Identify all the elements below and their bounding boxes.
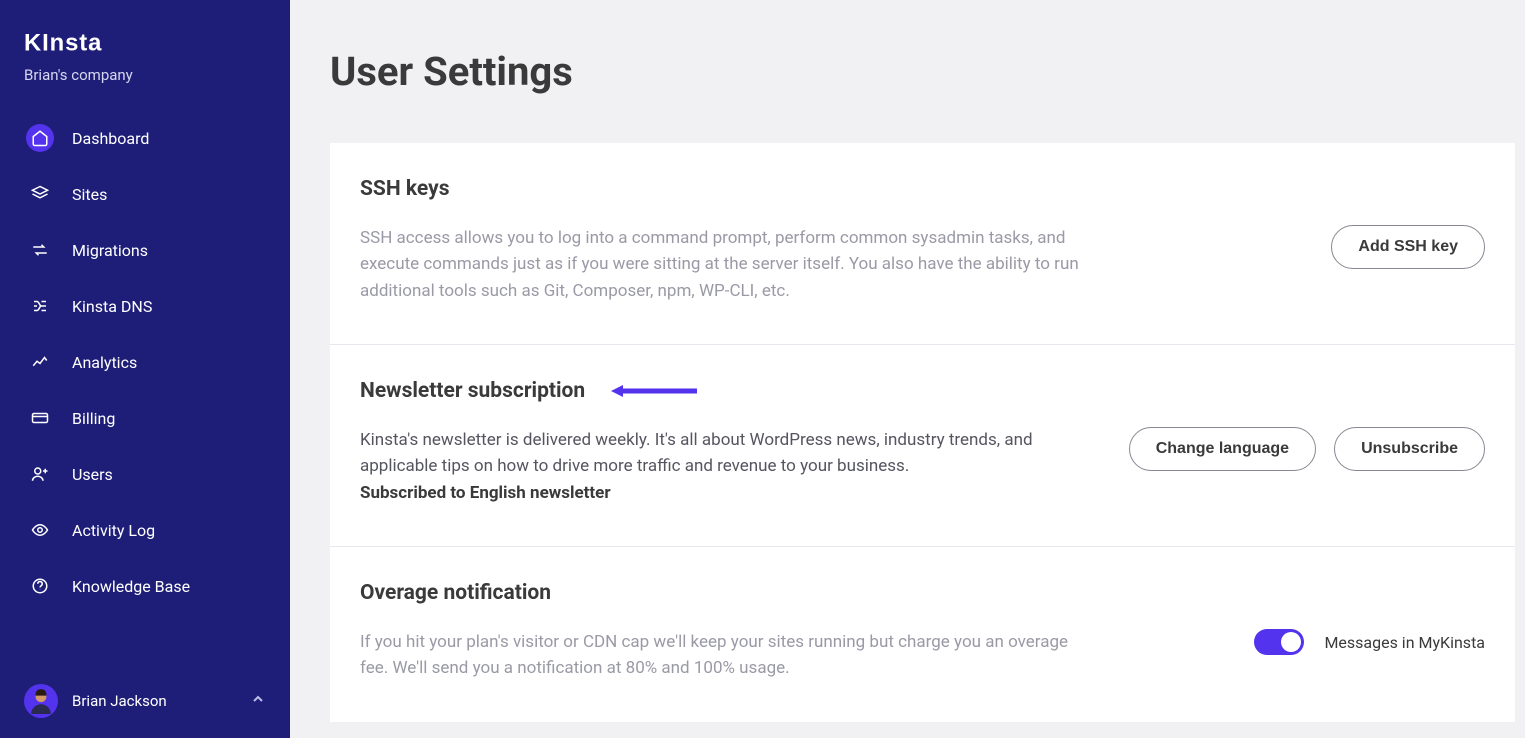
brand-logo: KInsta xyxy=(0,24,290,66)
card-heading-text: SSH keys xyxy=(360,177,450,201)
home-icon xyxy=(26,124,54,152)
sidebar-item-analytics[interactable]: Analytics xyxy=(12,336,278,388)
newsletter-title: Newsletter subscription xyxy=(360,379,1485,403)
sidebar-item-label: Knowledge Base xyxy=(72,577,190,596)
sidebar-item-label: Kinsta DNS xyxy=(72,297,152,316)
sidebar-item-billing[interactable]: Billing xyxy=(12,392,278,444)
newsletter-card: Newsletter subscription Kinsta's newslet… xyxy=(330,345,1515,547)
layers-icon xyxy=(26,180,54,208)
help-icon xyxy=(26,572,54,600)
sidebar-item-label: Billing xyxy=(72,409,115,428)
user-menu[interactable]: Brian Jackson xyxy=(0,684,290,718)
avatar xyxy=(24,684,58,718)
company-name: Brian's company xyxy=(0,66,290,112)
sidebar-item-label: Sites xyxy=(72,185,107,204)
ssh-keys-description: SSH access allows you to log into a comm… xyxy=(360,225,1080,304)
sidebar-item-label: Users xyxy=(72,465,113,484)
sidebar-item-activity-log[interactable]: Activity Log xyxy=(12,504,278,556)
sidebar-item-migrations[interactable]: Migrations xyxy=(12,224,278,276)
messages-toggle-label: Messages in MyKinsta xyxy=(1324,633,1485,652)
overage-card: Overage notification If you hit your pla… xyxy=(330,547,1515,722)
sidebar-item-label: Migrations xyxy=(72,241,148,260)
newsletter-desc-text: Kinsta's newsletter is delivered weekly.… xyxy=(360,430,1033,476)
sidebar-item-users[interactable]: Users xyxy=(12,448,278,500)
sidebar-item-knowledge-base[interactable]: Knowledge Base xyxy=(12,560,278,612)
users-icon xyxy=(26,460,54,488)
newsletter-status: Subscribed to English newsletter xyxy=(360,483,611,503)
change-language-button[interactable]: Change language xyxy=(1129,427,1316,471)
annotation-arrow-icon xyxy=(609,383,699,399)
sidebar-nav: Dashboard Sites Migrations Kinsta DNS An… xyxy=(0,112,290,616)
card-heading-text: Overage notification xyxy=(360,581,551,605)
sidebar-item-label: Activity Log xyxy=(72,521,155,540)
overage-description: If you hit your plan's visitor or CDN ca… xyxy=(360,629,1080,682)
overage-title: Overage notification xyxy=(360,581,1485,605)
sidebar-item-dashboard[interactable]: Dashboard xyxy=(12,112,278,164)
svg-text:KInsta: KInsta xyxy=(24,30,102,56)
ssh-keys-title: SSH keys xyxy=(360,177,1485,201)
newsletter-description: Kinsta's newsletter is delivered weekly.… xyxy=(360,427,1080,506)
billing-icon xyxy=(26,404,54,432)
card-heading-text: Newsletter subscription xyxy=(360,379,585,403)
dns-icon xyxy=(26,292,54,320)
sidebar: KInsta Brian's company Dashboard Sites M… xyxy=(0,0,290,738)
chevron-up-icon xyxy=(250,691,266,711)
eye-icon xyxy=(26,516,54,544)
sidebar-item-kinsta-dns[interactable]: Kinsta DNS xyxy=(12,280,278,332)
unsubscribe-button[interactable]: Unsubscribe xyxy=(1334,427,1485,471)
migrate-icon xyxy=(26,236,54,264)
sidebar-item-label: Dashboard xyxy=(72,129,149,148)
user-name: Brian Jackson xyxy=(72,692,236,710)
ssh-keys-card: SSH keys SSH access allows you to log in… xyxy=(330,143,1515,345)
add-ssh-key-button[interactable]: Add SSH key xyxy=(1331,225,1485,269)
page-title: User Settings xyxy=(330,48,1515,95)
sidebar-item-sites[interactable]: Sites xyxy=(12,168,278,220)
analytics-icon xyxy=(26,348,54,376)
messages-toggle[interactable] xyxy=(1254,629,1304,655)
sidebar-item-label: Analytics xyxy=(72,353,137,372)
main-content: User Settings SSH keys SSH access allows… xyxy=(290,0,1525,738)
